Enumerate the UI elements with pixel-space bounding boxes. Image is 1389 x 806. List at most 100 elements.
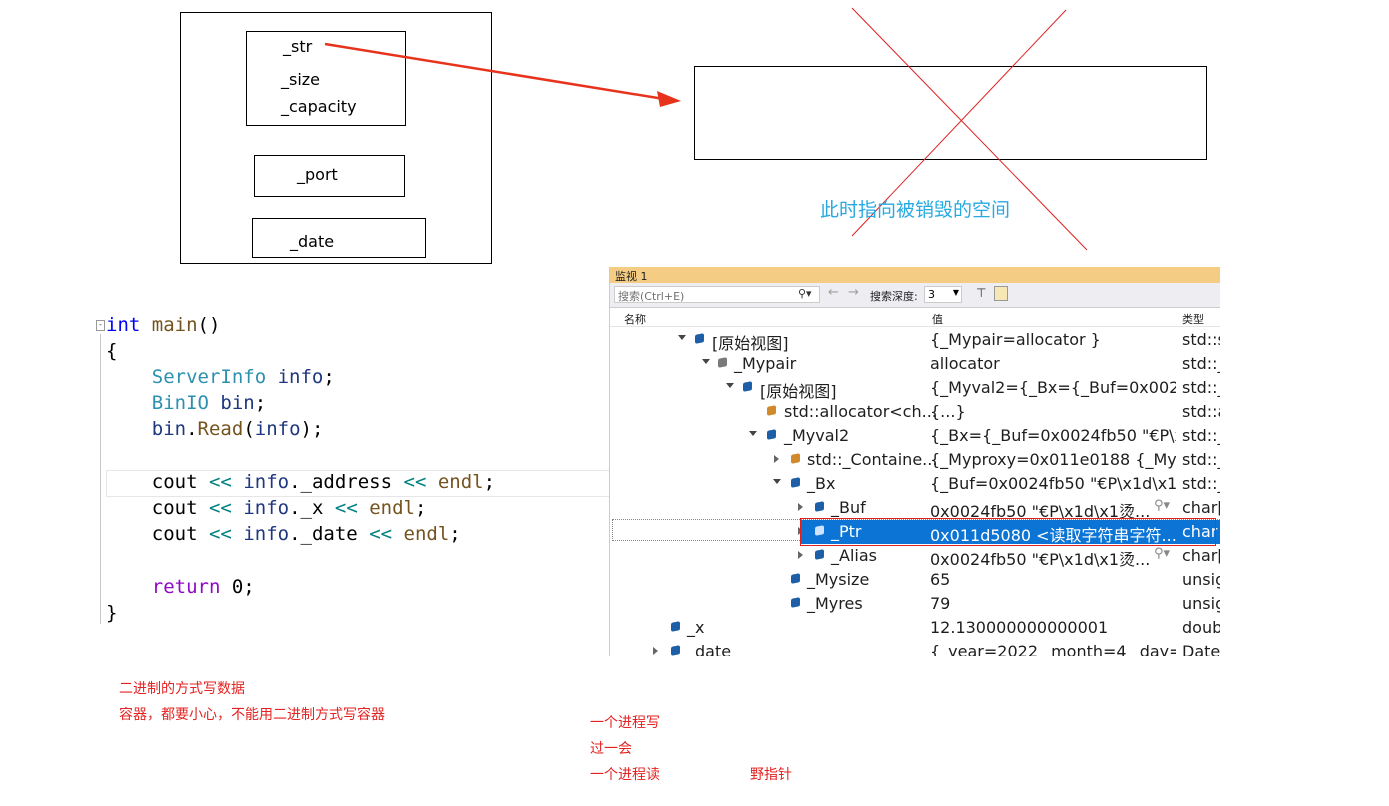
watch-row-name: [原始视图] bbox=[760, 382, 837, 401]
expand-arrow-icon[interactable] bbox=[726, 383, 734, 388]
code-line-2: { bbox=[106, 340, 118, 362]
magnifier-icon[interactable]: ⚲▾ bbox=[1154, 498, 1170, 513]
expand-arrow-icon[interactable] bbox=[749, 431, 757, 436]
watch-window: 监视 1 搜索(Ctrl+E) ⚲▾ ← → 搜索深度: 3 ▼ ⊤ 名称 值 … bbox=[609, 267, 1220, 656]
watch-row[interactable]: _Myval2 {_Bx={_Buf=0x0024fb50 "€P\x1... … bbox=[610, 424, 1220, 448]
field-icon bbox=[791, 477, 800, 488]
watch-row-value: {_Mypair=allocator } bbox=[930, 330, 1101, 349]
watch-row-type: Date bbox=[1182, 642, 1220, 656]
pin-icon[interactable]: ⊤ bbox=[976, 286, 986, 300]
pointer-arrow-head bbox=[657, 91, 681, 107]
watch-search-placeholder: 搜索(Ctrl+E) bbox=[618, 290, 685, 303]
field-icon bbox=[671, 645, 680, 656]
watch-row-value: {_Buf=0x0024fb50 "€P\x1d\x1... bbox=[930, 474, 1176, 493]
watch-row-type: std::_ bbox=[1182, 426, 1220, 445]
watch-row-value: {...} bbox=[930, 402, 966, 421]
expand-arrow-icon[interactable] bbox=[678, 335, 686, 340]
column-name-header[interactable]: 名称 bbox=[624, 311, 646, 327]
diagram-overlay bbox=[324, 7, 1088, 251]
watch-row[interactable]: _Buf 0x0024fb50 "€P\x1d\x1烫... ⚲▾ char[ bbox=[610, 496, 1220, 521]
field-icon bbox=[815, 501, 824, 512]
watch-row-name: std::allocator<ch... bbox=[784, 402, 937, 421]
column-type-header[interactable]: 类型 bbox=[1182, 311, 1204, 327]
depth-label: 搜索深度: bbox=[870, 290, 918, 303]
expand-arrow-icon[interactable] bbox=[773, 479, 781, 484]
columns-icon[interactable] bbox=[994, 286, 1008, 301]
watch-row-type: std::_ bbox=[1182, 354, 1220, 373]
watch-row[interactable]: std::allocator<ch... {...} std::a bbox=[610, 400, 1220, 424]
watch-row-value: 12.130000000000001 bbox=[930, 618, 1109, 637]
watch-row-type: std::_ bbox=[1182, 450, 1220, 469]
watch-search-input[interactable]: 搜索(Ctrl+E) ⚲▾ bbox=[614, 286, 820, 303]
watch-row-name: _Mysize bbox=[807, 570, 870, 589]
magnifier-icon[interactable]: ⚲▾ bbox=[1154, 546, 1170, 561]
code-line-8: cout << info._x << endl; bbox=[151, 497, 427, 519]
watch-column-header: 名称 值 类型 bbox=[610, 308, 1220, 327]
private-field-icon bbox=[718, 357, 727, 368]
field-icon bbox=[767, 429, 776, 440]
watch-title: 监视 1 bbox=[615, 270, 648, 283]
watch-row-name: _x bbox=[687, 618, 705, 637]
field-icon bbox=[671, 621, 680, 632]
collapsed-arrow-icon[interactable] bbox=[798, 551, 803, 559]
watch-row-name: _Mypair bbox=[734, 354, 797, 373]
field-icon bbox=[743, 381, 752, 392]
watch-row-value: {_year=2022 _month=4 _day=1... bbox=[930, 642, 1176, 656]
watch-row[interactable]: _Mysize 65 unsig bbox=[610, 568, 1220, 592]
collapsed-arrow-icon[interactable] bbox=[774, 455, 779, 463]
depth-select-value: 3 bbox=[928, 288, 935, 301]
watch-row-value: {_Myproxy=0x011e0188 {_Myc... bbox=[930, 450, 1176, 469]
code-line-12: } bbox=[106, 602, 118, 624]
watch-row[interactable]: _x 12.130000000000001 doub bbox=[610, 616, 1220, 640]
watch-title-bar[interactable]: 监视 1 bbox=[610, 267, 1220, 283]
watch-row-type: unsig bbox=[1182, 570, 1220, 589]
watch-row[interactable]: std::_Containe... {_Myproxy=0x011e0188 {… bbox=[610, 448, 1220, 472]
collapsed-arrow-icon[interactable] bbox=[798, 503, 803, 511]
watch-row-value: 79 bbox=[930, 594, 951, 613]
fold-marker[interactable]: - bbox=[96, 320, 105, 331]
field-icon bbox=[815, 549, 824, 560]
base-class-icon bbox=[791, 453, 800, 464]
base-class-icon bbox=[767, 405, 776, 416]
forward-arrow-icon[interactable]: → bbox=[848, 285, 859, 300]
column-value-header[interactable]: 值 bbox=[932, 311, 943, 327]
watch-row-type: std::_ bbox=[1182, 378, 1220, 397]
note-process-write: 一个进程写 bbox=[590, 715, 660, 731]
watch-row-type: std::s bbox=[1182, 330, 1220, 349]
watch-row-name: _Myres bbox=[807, 594, 863, 613]
field-icon bbox=[791, 597, 800, 608]
watch-row-value: allocator bbox=[930, 354, 1000, 373]
watch-row[interactable]: [原始视图] {_Mypair=allocator } std::s bbox=[610, 328, 1220, 353]
watch-row-value: 0x0024fb50 "€P\x1d\x1烫... bbox=[930, 550, 1151, 569]
code-line-1: int main() bbox=[106, 314, 221, 336]
watch-row[interactable]: _date {_year=2022 _month=4 _day=1... Dat… bbox=[610, 640, 1220, 656]
expand-arrow-icon[interactable] bbox=[702, 359, 710, 364]
chevron-down-icon: ▼ bbox=[952, 288, 959, 297]
watch-row-name: [原始视图] bbox=[712, 334, 789, 353]
code-line-4: BinIO bin; bbox=[151, 392, 267, 414]
watch-row-value: {_Bx={_Buf=0x0024fb50 "€P\x1... bbox=[930, 426, 1176, 445]
watch-row-name: _Alias bbox=[831, 546, 877, 565]
watch-row-value: 65 bbox=[930, 570, 951, 589]
note-process-read: 一个进程读 bbox=[590, 767, 660, 783]
watch-row-type: doub bbox=[1182, 618, 1220, 637]
watch-row[interactable]: _Bx {_Buf=0x0024fb50 "€P\x1d\x1... std::… bbox=[610, 472, 1220, 496]
watch-row-value: {_Myval2={_Bx={_Buf=0x0024f... bbox=[930, 378, 1176, 397]
code-line-3: ServerInfo info; bbox=[151, 366, 335, 388]
watch-row[interactable]: [原始视图] {_Myval2={_Bx={_Buf=0x0024f... st… bbox=[610, 376, 1220, 401]
note-container-warning: 容器，都要小心，不能用二进制方式写容器 bbox=[119, 707, 385, 723]
note-after-a-while: 过一会 bbox=[590, 741, 632, 757]
watch-row-type: char[ bbox=[1182, 546, 1220, 565]
watch-row-type: std::_ bbox=[1182, 474, 1220, 493]
watch-row[interactable]: _Mypair allocator std::_ bbox=[610, 352, 1220, 376]
pointer-arrow-line bbox=[324, 42, 665, 101]
watch-row[interactable]: _Alias 0x0024fb50 "€P\x1d\x1烫... ⚲▾ char… bbox=[610, 544, 1220, 569]
collapsed-arrow-icon[interactable] bbox=[653, 647, 658, 655]
watch-row-type: char[ bbox=[1182, 498, 1220, 517]
search-icon[interactable]: ⚲▾ bbox=[798, 287, 812, 300]
watch-toolbar: 搜索(Ctrl+E) ⚲▾ ← → 搜索深度: 3 ▼ ⊤ bbox=[610, 283, 1220, 308]
depth-select[interactable]: 3 ▼ bbox=[924, 286, 962, 303]
watch-row[interactable]: _Myres 79 unsig bbox=[610, 592, 1220, 616]
back-arrow-icon[interactable]: ← bbox=[828, 285, 839, 300]
note-wild-pointer: 野指针 bbox=[750, 767, 792, 783]
